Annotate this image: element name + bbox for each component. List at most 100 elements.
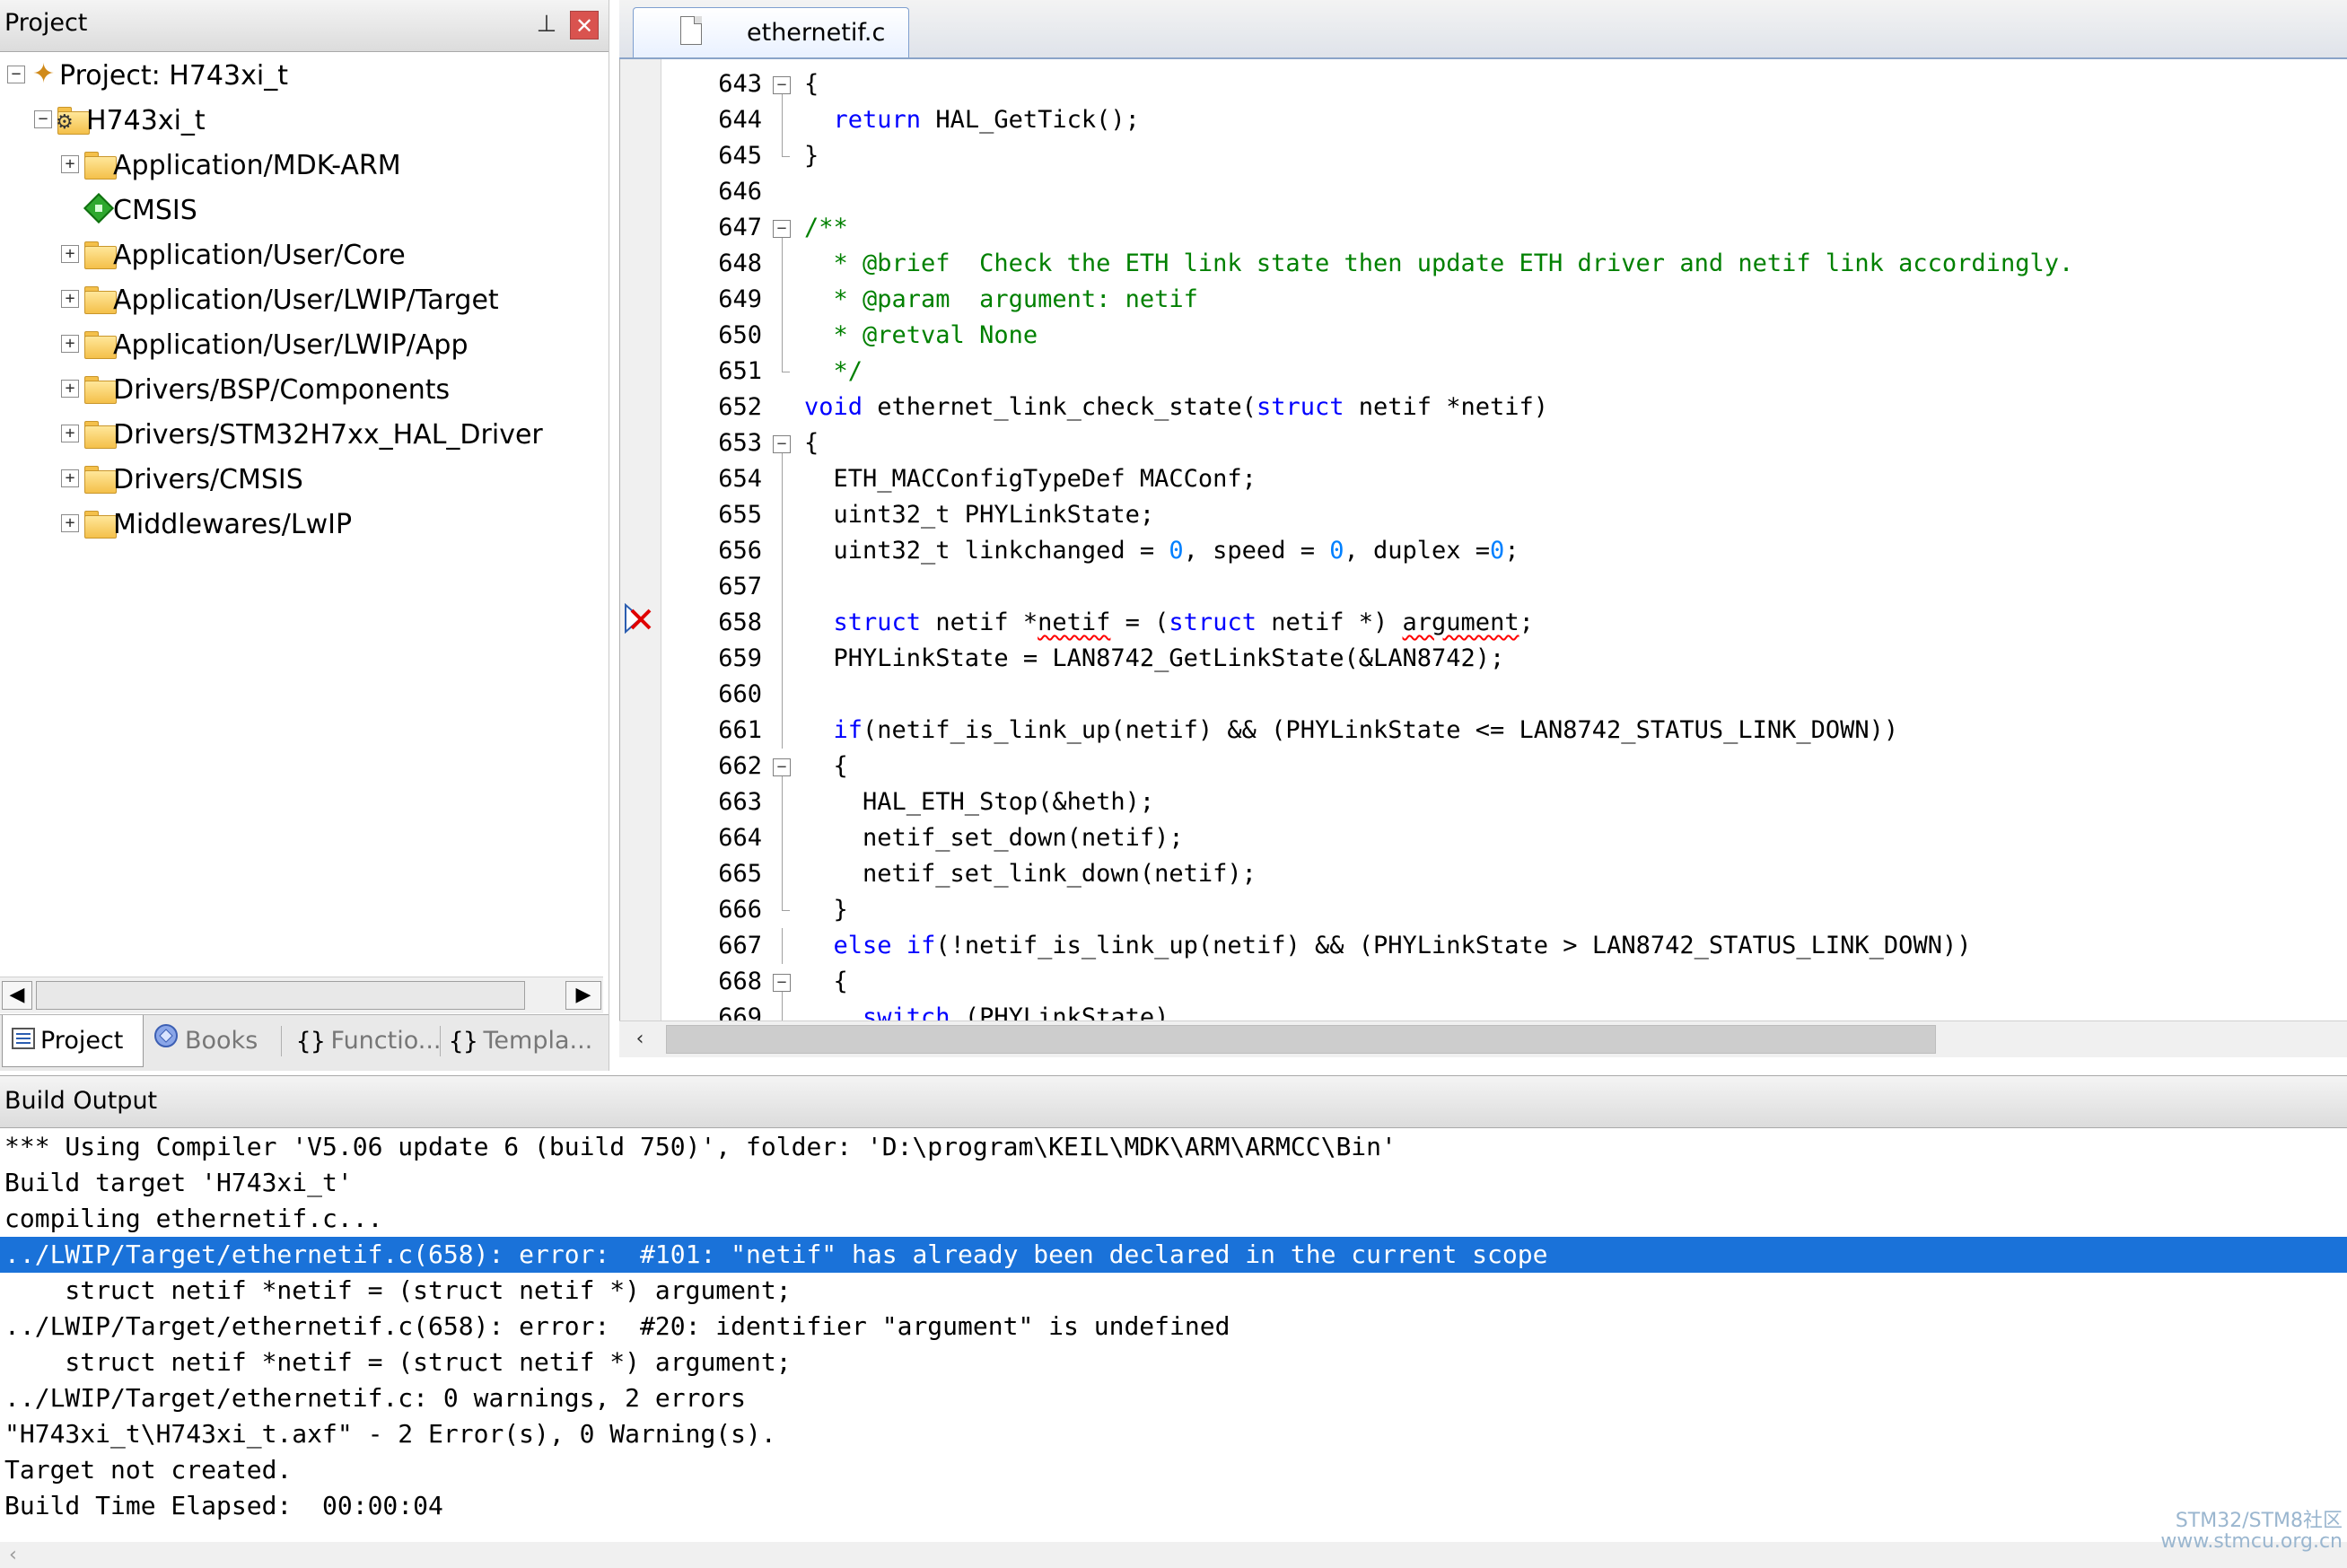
code-line[interactable]: 665 netif_set_link_down(netif); (620, 856, 2347, 892)
build-output-line[interactable]: Build target 'H743xi_t' (0, 1165, 2347, 1201)
code-line[interactable]: 666 } (620, 892, 2347, 928)
code-line[interactable]: 651 */ (620, 354, 2347, 390)
code-line[interactable]: 652 void ethernet_link_check_state(struct… (620, 390, 2347, 425)
line-number: 654 (718, 465, 762, 493)
code-line[interactable]: 644 return HAL_GetTick(); (620, 102, 2347, 138)
expand-icon[interactable]: + (61, 245, 79, 263)
fold-guide (782, 892, 783, 910)
code-line[interactable]: 653−{ (620, 425, 2347, 461)
code-line[interactable]: 667 else if(!netif_is_link_up(netif) && … (620, 928, 2347, 964)
expand-icon[interactable]: + (61, 380, 79, 398)
fold-collapse-icon[interactable]: − (773, 76, 791, 94)
build-output-panel[interactable]: *** Using Compiler 'V5.06 update 6 (buil… (0, 1129, 2347, 1542)
tab-ethernetif-c[interactable]: ethernetif.c (633, 7, 909, 57)
code-line[interactable]: 660 (620, 677, 2347, 713)
build-output-line[interactable]: ../LWIP/Target/ethernetif.c(658): error:… (0, 1309, 2347, 1345)
fold-guide (782, 776, 783, 784)
build-output-line[interactable]: ../LWIP/Target/ethernetif.c(658): error:… (0, 1237, 2347, 1273)
collapse-icon[interactable]: − (7, 66, 25, 83)
code-line[interactable]: 645} (620, 138, 2347, 174)
expand-icon[interactable]: + (61, 290, 79, 308)
code-line[interactable]: 661 if(netif_is_link_up(netif) && (PHYLi… (620, 713, 2347, 749)
build-output-line[interactable]: compiling ethernetif.c... (0, 1201, 2347, 1237)
scroll-left-arrow-icon[interactable]: ◀ (2, 981, 32, 1010)
code-text: } (804, 896, 848, 924)
build-output-line[interactable]: Target not created. (0, 1452, 2347, 1488)
code-line[interactable]: 662− { (620, 749, 2347, 784)
tree-item[interactable]: + Drivers/BSP/Components (0, 366, 601, 411)
code-line[interactable]: 649 * @param argument: netif (620, 282, 2347, 318)
build-output-line[interactable]: ../LWIP/Target/ethernetif.c: 0 warnings,… (0, 1380, 2347, 1416)
close-icon[interactable]: ✕ (570, 11, 599, 39)
build-output-horizontal-scrollbar[interactable]: ‹ (0, 1542, 2347, 1568)
collapse-icon[interactable]: − (34, 110, 52, 128)
code-line[interactable]: 646 (620, 174, 2347, 210)
scroll-left-arrow-icon[interactable]: ‹ (9, 1542, 17, 1568)
code-line[interactable]: 647−/** (620, 210, 2347, 246)
expand-icon[interactable]: + (61, 514, 79, 532)
tree-item[interactable]: + Application/User/LWIP/Target (0, 276, 601, 321)
scrollbar-thumb[interactable] (36, 981, 525, 1010)
fold-guide (782, 497, 783, 533)
build-output-line[interactable]: struct netif *netif = (struct netif *) a… (0, 1273, 2347, 1309)
project-panel: Project ⊥ ✕ − ✦ Project: H743xi_t − ⚙ H743xi_… (0, 0, 609, 1071)
tree-item[interactable]: − ✦ Project: H743xi_t (0, 52, 601, 97)
expand-icon[interactable]: + (61, 335, 79, 353)
pin-icon[interactable]: ⊥ (534, 11, 559, 38)
code-line[interactable]: 659 PHYLinkState = LAN8742_GetLinkState(… (620, 641, 2347, 677)
line-number: 644 (718, 106, 762, 134)
code-line[interactable]: 650 * @retval None (620, 318, 2347, 354)
project-horizontal-scrollbar[interactable]: ◀ ▶ (0, 977, 603, 1013)
build-output-text: ../LWIP/Target/ethernetif.c(658): error:… (4, 1240, 1548, 1269)
tab-templates[interactable]: {} Templa... (449, 1015, 601, 1067)
watermark-line1: STM32/STM8社区 (2175, 1510, 2343, 1532)
tree-item[interactable]: + Application/User/Core (0, 232, 601, 276)
code-line[interactable]: 657 (620, 569, 2347, 605)
code-line[interactable]: 643−{ (620, 66, 2347, 102)
tab-functions[interactable]: {} Functio... (296, 1015, 442, 1067)
expand-icon[interactable]: + (61, 155, 79, 173)
fold-collapse-icon[interactable]: − (773, 220, 791, 238)
expand-icon[interactable]: + (61, 469, 79, 487)
code-line[interactable]: 669 switch (PHYLinkState) (620, 1000, 2347, 1021)
tab-project[interactable]: Project (2, 1015, 144, 1067)
code-line[interactable]: 655 uint32_t PHYLinkState; (620, 497, 2347, 533)
build-output-text: "H743xi_t\H743xi_t.axf" - 2 Error(s), 0 … (4, 1419, 776, 1449)
build-output-line[interactable]: struct netif *netif = (struct netif *) a… (0, 1345, 2347, 1380)
tree-item[interactable]: + Drivers/CMSIS (0, 456, 601, 501)
build-output-line[interactable]: "H743xi_t\H743xi_t.axf" - 2 Error(s), 0 … (0, 1416, 2347, 1452)
code-line[interactable]: 654 ETH_MACConfigTypeDef MACConf; (620, 461, 2347, 497)
scroll-left-arrow-icon[interactable]: ‹ (626, 1025, 653, 1054)
code-editor[interactable]: 643−{644 return HAL_GetTick(); 645} 646 647… (619, 59, 2347, 1021)
fold-collapse-icon[interactable]: − (773, 435, 791, 453)
scroll-right-arrow-icon[interactable]: ▶ (565, 981, 601, 1010)
tree-item[interactable]: − ⚙ H743xi_t (0, 97, 601, 142)
fold-guide (782, 820, 783, 856)
code-line[interactable]: 648 * @brief Check the ETH link state th… (620, 246, 2347, 282)
code-line[interactable]: 656 uint32_t linkchanged = 0, speed = 0,… (620, 533, 2347, 569)
build-output-text: Target not created. (4, 1455, 293, 1485)
expand-icon[interactable]: + (61, 425, 79, 442)
tree-item[interactable]: + Application/MDK-ARM (0, 142, 601, 187)
tree-item[interactable]: + Drivers/STM32H7xx_HAL_Driver (0, 411, 601, 456)
fold-guide (782, 318, 783, 354)
tree-item[interactable]: CMSIS (0, 187, 601, 232)
tree-item[interactable]: + Application/User/LWIP/App (0, 321, 601, 366)
project-panel-header: Project ⊥ ✕ (0, 0, 609, 52)
tab-books[interactable]: Books (153, 1015, 278, 1067)
build-output-text: *** Using Compiler 'V5.06 update 6 (buil… (4, 1132, 1397, 1161)
code-line[interactable]: 668− { (620, 964, 2347, 1000)
scrollbar-thumb[interactable] (666, 1025, 1936, 1054)
code-line[interactable]: 664 netif_set_down(netif); (620, 820, 2347, 856)
fold-collapse-icon[interactable]: − (773, 758, 791, 776)
fold-collapse-icon[interactable]: − (773, 974, 791, 992)
build-output-line[interactable]: Build Time Elapsed: 00:00:04 (0, 1488, 2347, 1524)
code-text: uint32_t linkchanged = 0, speed = 0, dup… (804, 537, 1519, 565)
tab-books-label: Books (185, 1027, 258, 1055)
build-output-line[interactable]: *** Using Compiler 'V5.06 update 6 (buil… (0, 1129, 2347, 1165)
editor-horizontal-scrollbar[interactable]: ‹ (619, 1021, 2347, 1057)
editor-tab-label: ethernetif.c (747, 19, 886, 47)
tree-item[interactable]: + Middlewares/LwIP (0, 501, 601, 546)
code-line[interactable]: 658 struct netif *netif = (struct netif … (620, 605, 2347, 641)
code-line[interactable]: 663 HAL_ETH_Stop(&heth); (620, 784, 2347, 820)
